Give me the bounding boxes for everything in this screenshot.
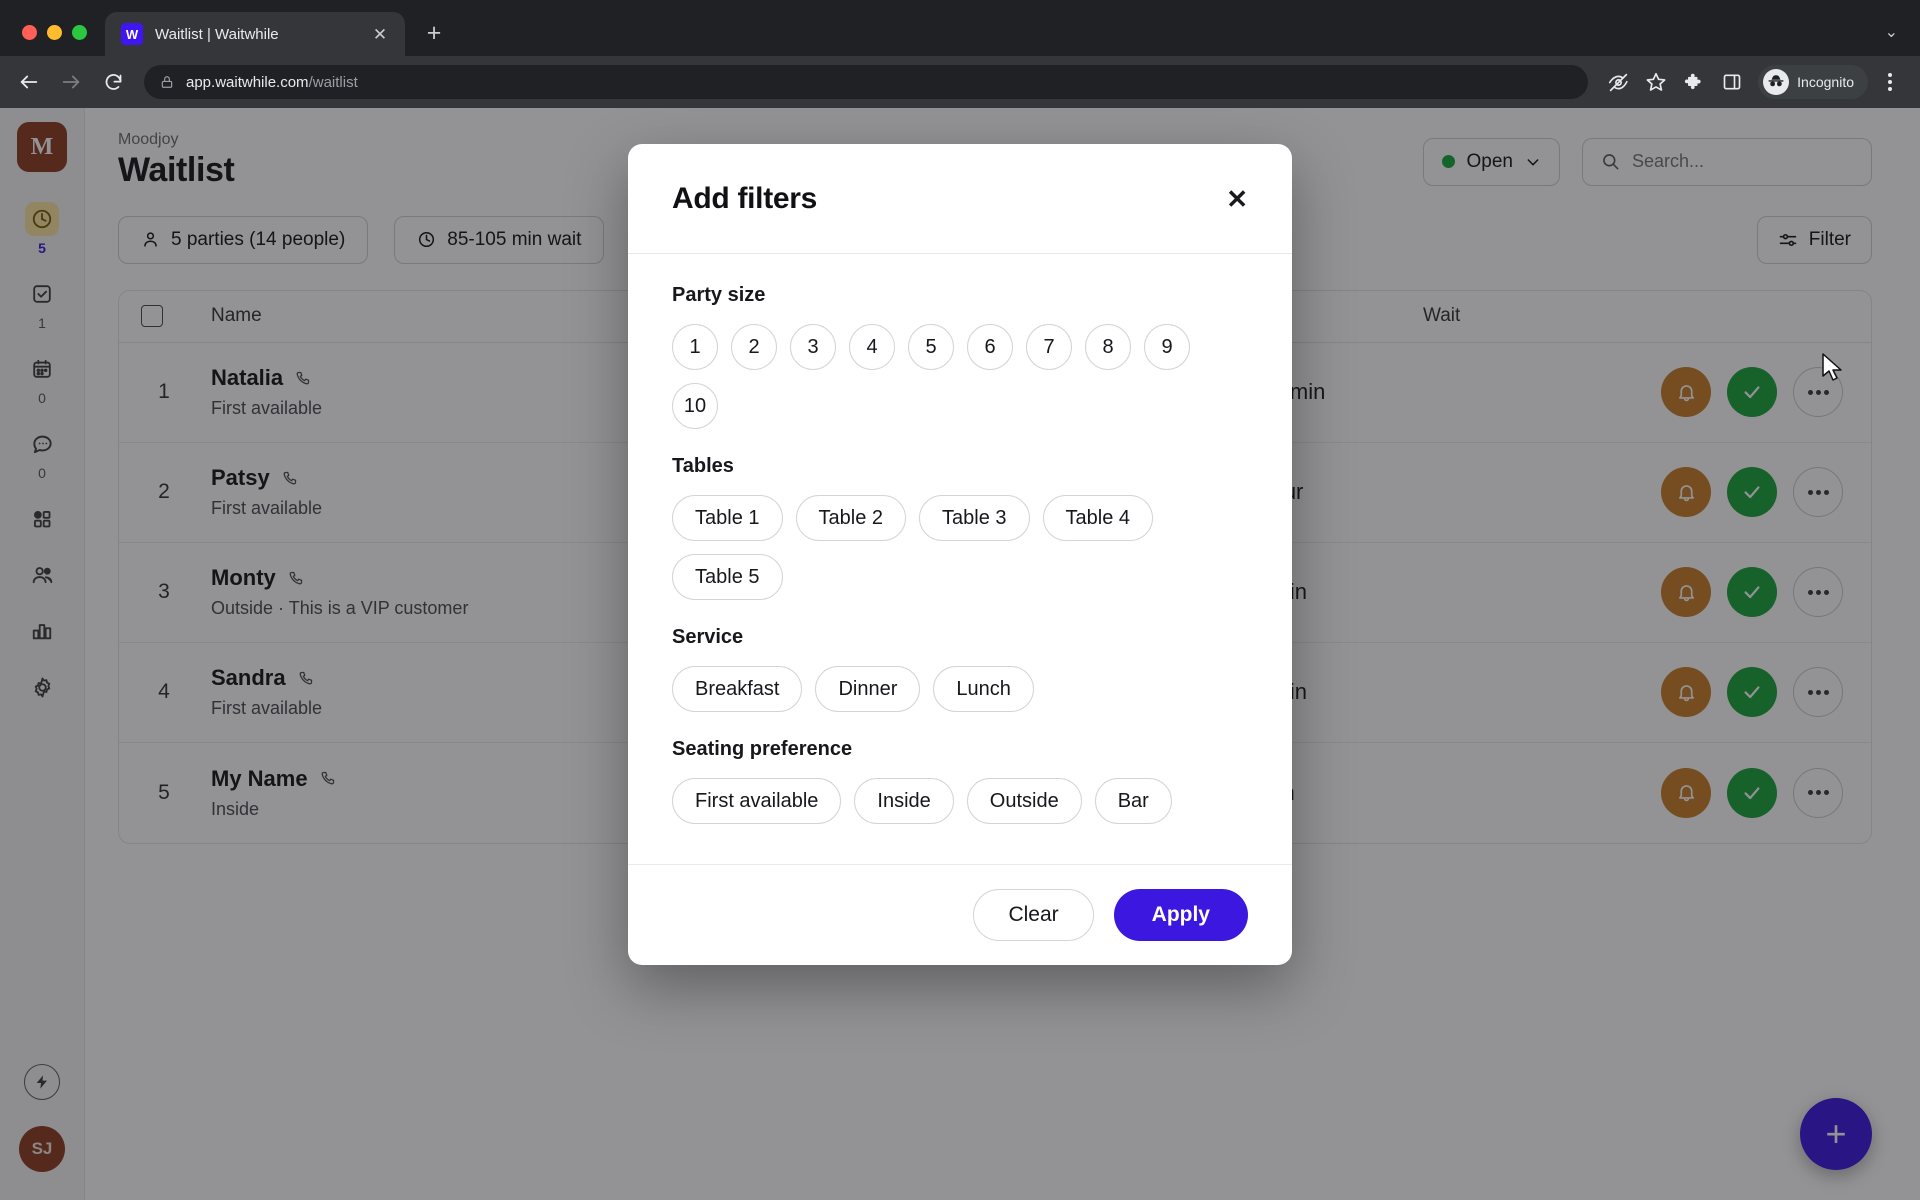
three-dot-menu-icon[interactable] [1872,64,1908,100]
section-title: Tables [672,455,734,477]
forward-arrow-icon [52,63,90,101]
profile-chip[interactable]: Incognito [1758,65,1868,99]
close-icon[interactable]: ✕ [1226,186,1248,212]
chip-seating-bar[interactable]: Bar [1094,778,1172,824]
apply-button[interactable]: Apply [1113,889,1248,941]
chip-table-4[interactable]: Table 4 [1042,495,1153,541]
chip-table-5[interactable]: Table 5 [672,554,783,600]
address-bar[interactable]: app.waitwhile.com/waitlist [144,65,1589,99]
incognito-icon [1763,69,1790,95]
chip-party-size-9[interactable]: 9 [1144,324,1190,370]
lock-icon [160,75,174,89]
chip-seating-first-available[interactable]: First available [672,778,842,824]
tab-title: Waitlist | Waitwhile [155,25,279,43]
window-controls [14,25,105,56]
tab-strip: W Waitlist | Waitwhile ✕ + ⌄ [0,0,1920,56]
section-title: Seating preference [672,738,853,760]
back-arrow-icon[interactable] [10,63,48,101]
browser-window: W Waitlist | Waitwhile ✕ + ⌄ app.waitwhi… [0,0,1920,1200]
chip-seating-outside[interactable]: Outside [966,778,1082,824]
dialog-footer: Clear Apply [628,864,1292,965]
filter-section-seating-preference: Seating preference First available Insid… [672,738,1248,824]
minimize-window-button[interactable] [47,25,62,40]
chip-table-3[interactable]: Table 3 [919,495,1030,541]
chip-party-size-7[interactable]: 7 [1026,324,1072,370]
close-window-button[interactable] [22,25,37,40]
chip-party-size-8[interactable]: 8 [1085,324,1131,370]
filter-section-party-size: Party size 1 2 3 4 5 6 7 8 9 10 [672,284,1248,429]
filter-section-tables: Tables Table 1 Table 2 Table 3 Table 4 T… [672,455,1248,600]
browser-tab[interactable]: W Waitlist | Waitwhile ✕ [105,12,405,56]
chip-group: Breakfast Dinner Lunch [672,666,1248,712]
dialog-body: Party size 1 2 3 4 5 6 7 8 9 10 Tables T… [628,254,1292,864]
tab-list-chevron-down-icon[interactable]: ⌄ [1885,22,1898,42]
side-panel-icon[interactable] [1714,64,1750,100]
browser-toolbar: app.waitwhile.com/waitlist Incognito [0,56,1920,108]
chip-table-2[interactable]: Table 2 [795,495,906,541]
chip-party-size-6[interactable]: 6 [967,324,1013,370]
chip-party-size-1[interactable]: 1 [672,324,718,370]
chip-service-dinner[interactable]: Dinner [815,666,921,712]
chip-table-1[interactable]: Table 1 [672,495,783,541]
waitwhile-favicon: W [121,23,143,45]
add-filters-dialog: Add filters ✕ Party size 1 2 3 4 5 6 7 8 [628,144,1292,965]
toolbar-icons: Incognito [1600,64,1908,100]
reload-icon[interactable] [94,63,132,101]
new-tab-button[interactable]: + [415,14,453,52]
chip-party-size-5[interactable]: 5 [908,324,954,370]
close-tab-icon[interactable]: ✕ [367,21,393,47]
chip-service-breakfast[interactable]: Breakfast [672,666,803,712]
chip-service-lunch[interactable]: Lunch [933,666,1034,712]
url-text: app.waitwhile.com/waitlist [186,74,358,91]
section-title: Service [672,626,744,648]
url-path: /waitlist [308,73,358,91]
chip-party-size-10[interactable]: 10 [672,383,718,429]
puzzle-icon[interactable] [1676,64,1712,100]
profile-label: Incognito [1797,74,1854,90]
mouse-cursor [1822,353,1848,390]
filter-section-service: Service Breakfast Dinner Lunch [672,626,1248,712]
chip-party-size-4[interactable]: 4 [849,324,895,370]
chip-group: First available Inside Outside Bar [672,778,1248,824]
chip-group: 1 2 3 4 5 6 7 8 9 10 [672,324,1248,429]
star-icon[interactable] [1638,64,1674,100]
clear-button[interactable]: Clear [973,889,1094,941]
dialog-header: Add filters ✕ [628,144,1292,254]
chip-party-size-3[interactable]: 3 [790,324,836,370]
dialog-title: Add filters [672,181,818,215]
chip-party-size-2[interactable]: 2 [731,324,777,370]
url-host: app.waitwhile.com [186,73,309,91]
maximize-window-button[interactable] [72,25,87,40]
chip-seating-inside[interactable]: Inside [854,778,954,824]
chip-group: Table 1 Table 2 Table 3 Table 4 Table 5 [672,495,1248,600]
eye-slash-icon[interactable] [1600,64,1636,100]
section-title: Party size [672,284,766,306]
app-viewport: M 5 1 0 0 SJ Moodjoy Waitlist Open Searc… [0,108,1920,1200]
